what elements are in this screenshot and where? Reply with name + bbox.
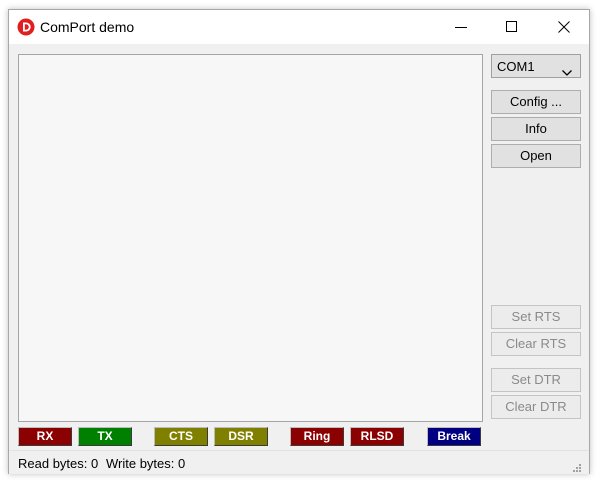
close-button[interactable]: [541, 10, 587, 44]
info-button[interactable]: Info: [491, 117, 581, 141]
size-grip-icon[interactable]: [571, 459, 581, 472]
led-break: Break: [427, 427, 481, 446]
led-dsr: DSR: [214, 427, 268, 446]
minimize-icon: [455, 27, 467, 28]
title-bar[interactable]: ComPort demo: [9, 10, 589, 44]
clear-rts-button[interactable]: Clear RTS: [491, 332, 581, 356]
maximize-button[interactable]: [489, 10, 535, 44]
delphi-logo-icon: [17, 18, 35, 36]
clear-dtr-button[interactable]: Clear DTR: [491, 395, 581, 419]
led-rx: RX: [18, 427, 72, 446]
config-button[interactable]: Config ...: [491, 90, 581, 114]
led-ring: Ring: [290, 427, 344, 446]
minimize-button[interactable]: [438, 10, 484, 44]
window-title: ComPort demo: [40, 19, 135, 35]
read-bytes-status: Read bytes: 0: [18, 456, 99, 471]
set-rts-button[interactable]: Set RTS: [491, 305, 581, 329]
maximize-icon: [506, 21, 517, 32]
status-bar: Read bytes: 0 Write bytes: 0: [9, 450, 589, 474]
led-cts: CTS: [154, 427, 208, 446]
led-tx: TX: [78, 427, 132, 446]
port-select[interactable]: COM1: [491, 54, 581, 78]
terminal-memo[interactable]: [18, 54, 483, 422]
open-button[interactable]: Open: [491, 144, 581, 168]
port-select-value: COM1: [497, 59, 535, 74]
comport-demo-window: ComPort demo COM1 Config ... Info Open S…: [8, 9, 590, 474]
write-bytes-status: Write bytes: 0: [106, 456, 186, 471]
set-dtr-button[interactable]: Set DTR: [491, 368, 581, 392]
close-icon: [558, 21, 570, 33]
led-rlsd: RLSD: [350, 427, 404, 446]
chevron-down-icon: [562, 63, 572, 81]
